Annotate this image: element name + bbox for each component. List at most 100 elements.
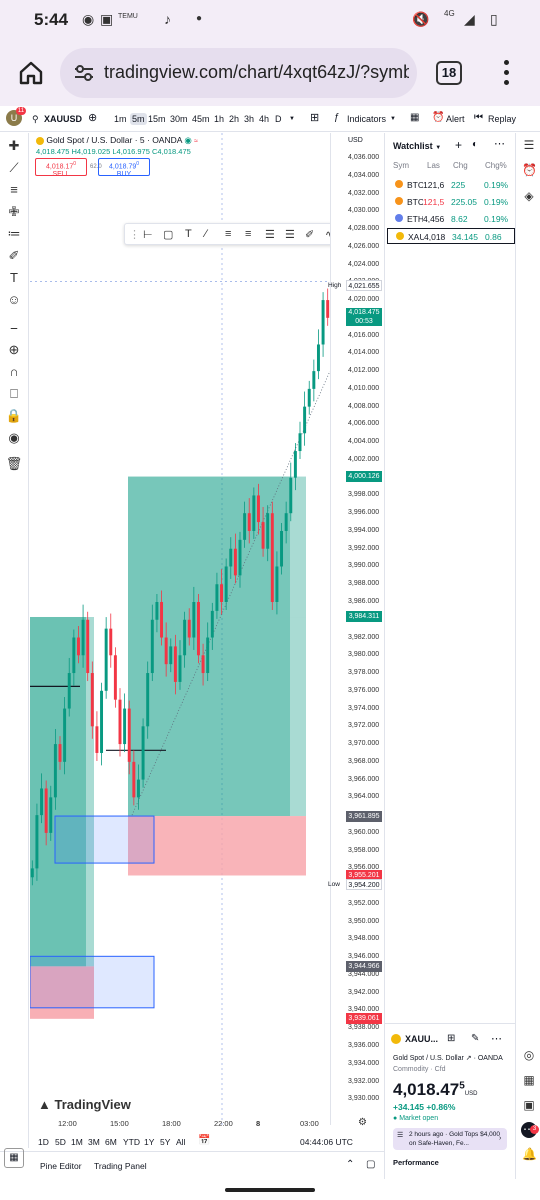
eye-icon[interactable]: ◉ [184, 135, 191, 145]
range-1m[interactable]: 1M [71, 1137, 83, 1147]
address-bar[interactable]: tradingview.com/chart/4xqt64zJ/?symb [60, 48, 417, 98]
range-1d[interactable]: 1D [38, 1137, 49, 1147]
col-last[interactable]: Las [427, 161, 440, 170]
tf-3h[interactable]: 3h [244, 114, 254, 124]
zoom-icon[interactable]: ⊕ [5, 341, 23, 359]
chevron-down-icon[interactable]: ▼ [390, 116, 396, 122]
tf-1h[interactable]: 1h [214, 114, 224, 124]
site-settings-icon[interactable] [74, 64, 94, 82]
sell-button[interactable]: 4,018.170 SELL [35, 158, 87, 178]
rectangle-icon[interactable]: ▢ [163, 228, 173, 241]
trash-icon[interactable]: 🗑 [5, 455, 23, 473]
range-1y[interactable]: 1Y [144, 1137, 154, 1147]
watchlist-icon[interactable]: ☰ [522, 138, 536, 152]
crosshair-icon[interactable]: ✚ [5, 137, 23, 155]
horizontal-ray-icon[interactable]: ⊢ [143, 228, 153, 241]
layout-icon[interactable]: ⊞ [447, 1033, 455, 1044]
calendar-icon[interactable]: ▦ [522, 1073, 536, 1087]
lock-icon[interactable]: 🔒 [5, 407, 23, 425]
tf-d[interactable]: D [275, 114, 282, 124]
templates-icon[interactable]: ▦ [410, 112, 419, 123]
range-all[interactable]: All [176, 1137, 185, 1147]
tf-5m[interactable]: 5m [130, 113, 147, 125]
candle-type-icon[interactable]: ⊞ [310, 111, 319, 124]
fib-icon[interactable]: ≡ [5, 181, 23, 199]
edit-icon[interactable]: ✎ [471, 1033, 479, 1044]
trading-panel-tab[interactable]: Trading Panel [94, 1161, 147, 1171]
ideas-icon[interactable]: ▣ [522, 1098, 536, 1112]
pitchfork-icon[interactable]: ☰ [285, 228, 295, 241]
tf-15m[interactable]: 15m [148, 114, 166, 124]
target-icon[interactable]: ◎ [522, 1048, 536, 1062]
indicators-button[interactable]: Indicators [347, 114, 386, 124]
projection-icon[interactable]: ≔ [5, 225, 23, 243]
short-position-icon[interactable]: ≡ [245, 228, 251, 240]
tf-4h[interactable]: 4h [259, 114, 269, 124]
alert-button[interactable]: Alert [446, 114, 465, 124]
replay-button[interactable]: Replay [488, 114, 516, 124]
search-icon[interactable]: ⚲ [32, 114, 39, 125]
settings-icon[interactable]: ⚙ [358, 1117, 367, 1128]
chevron-up-icon[interactable]: ⌃ [346, 1159, 354, 1170]
alerts-icon[interactable]: ⏰ [522, 163, 537, 177]
symbol-button[interactable]: XAUUSD [44, 114, 82, 124]
collapse-panel-icon[interactable]: ▦ [4, 1148, 24, 1168]
watchlist-title[interactable]: Watchlist ▼ [393, 141, 441, 151]
magnet-icon[interactable]: ∩ [5, 363, 23, 381]
fib-retracement-icon[interactable]: ☰ [265, 228, 275, 241]
browser-menu-icon[interactable] [504, 60, 510, 86]
range-ytd[interactable]: YTD [123, 1137, 140, 1147]
col-chg-pct[interactable]: Chg% [485, 161, 507, 170]
add-symbol-icon[interactable]: + [455, 138, 462, 152]
detail-symbol[interactable]: XAUU... [405, 1034, 438, 1044]
calendar-icon[interactable]: 📅 [198, 1135, 210, 1146]
chevron-down-icon[interactable]: ▼ [289, 116, 295, 122]
tab-switcher-button[interactable]: 18 [436, 61, 462, 85]
time-axis[interactable]: ▲ TradingView 12:00 15:00 18:00 22:00 8 … [30, 1097, 380, 1131]
long-position-icon[interactable]: ≡ [225, 228, 231, 240]
range-5d[interactable]: 5D [55, 1137, 66, 1147]
watchlist-row[interactable]: XAU 4,018 34.145 0.86 [387, 228, 515, 244]
layers-icon[interactable]: ◈ [522, 189, 536, 203]
watchlist-row[interactable]: BTC 121,6 225 0.19% [387, 177, 515, 193]
home-gesture-bar[interactable] [225, 1188, 315, 1192]
line-tool-icon[interactable]: ∕ [205, 228, 207, 240]
compare-icon[interactable]: ⊕ [88, 111, 97, 124]
buy-button[interactable]: 4,018.790 BUY [98, 158, 150, 178]
watchlist-row[interactable]: BTC 121,5 225.05 0.19% [387, 194, 515, 210]
col-symbol[interactable]: Sym [393, 161, 409, 170]
brush-tool-icon[interactable]: ✐ [305, 228, 314, 241]
performance-heading[interactable]: Performance [393, 1158, 439, 1167]
brush-icon[interactable]: ✐ [5, 247, 23, 265]
emoji-icon[interactable]: ☺ [5, 291, 23, 309]
pattern-icon[interactable]: ✙ [5, 203, 23, 221]
watchlist-row[interactable]: ETH 4,456 8.62 0.19% [387, 211, 515, 227]
drag-handle-icon[interactable]: ⋮ [129, 228, 140, 241]
more-options-icon[interactable]: ⋯ [491, 1032, 502, 1045]
ruler-icon[interactable]: ⎯ [5, 319, 23, 337]
trendline-icon[interactable]: ⟋ [5, 159, 23, 177]
eye-icon[interactable]: ◉ [5, 429, 23, 447]
news-card[interactable]: ☰ 2 hours ago · Gold Tops $4,000 on Safe… [393, 1128, 507, 1150]
price-axis[interactable]: USD 4,036.000 4,034.000 4,032.000 4,030.000… [328, 133, 384, 1125]
pine-editor-tab[interactable]: Pine Editor [40, 1161, 82, 1171]
tf-2h[interactable]: 2h [229, 114, 239, 124]
text-tool-icon[interactable]: T [185, 228, 192, 240]
lock-drawings-icon[interactable]: ⎕ [5, 385, 23, 403]
text-icon[interactable]: T [5, 269, 23, 287]
notifications-icon[interactable]: 🔔 [522, 1147, 537, 1161]
col-chg[interactable]: Chg [453, 161, 468, 170]
utc-clock[interactable]: 04:44:06 UTC [300, 1137, 353, 1147]
range-6m[interactable]: 6M [105, 1137, 117, 1147]
tf-45m[interactable]: 45m [192, 114, 210, 124]
chart-pie-icon[interactable]: ◐ [472, 139, 478, 150]
more-options-icon[interactable]: ⋯ [494, 137, 505, 150]
home-icon[interactable] [18, 60, 44, 86]
tf-30m[interactable]: 30m [170, 114, 188, 124]
range-5y[interactable]: 5Y [160, 1137, 170, 1147]
maximize-icon[interactable]: ▢ [366, 1159, 375, 1170]
range-3m[interactable]: 3M [88, 1137, 100, 1147]
tf-1m[interactable]: 1m [114, 114, 127, 124]
tradingview-logo[interactable]: ▲ TradingView [38, 1097, 131, 1112]
candle-body [312, 371, 316, 389]
